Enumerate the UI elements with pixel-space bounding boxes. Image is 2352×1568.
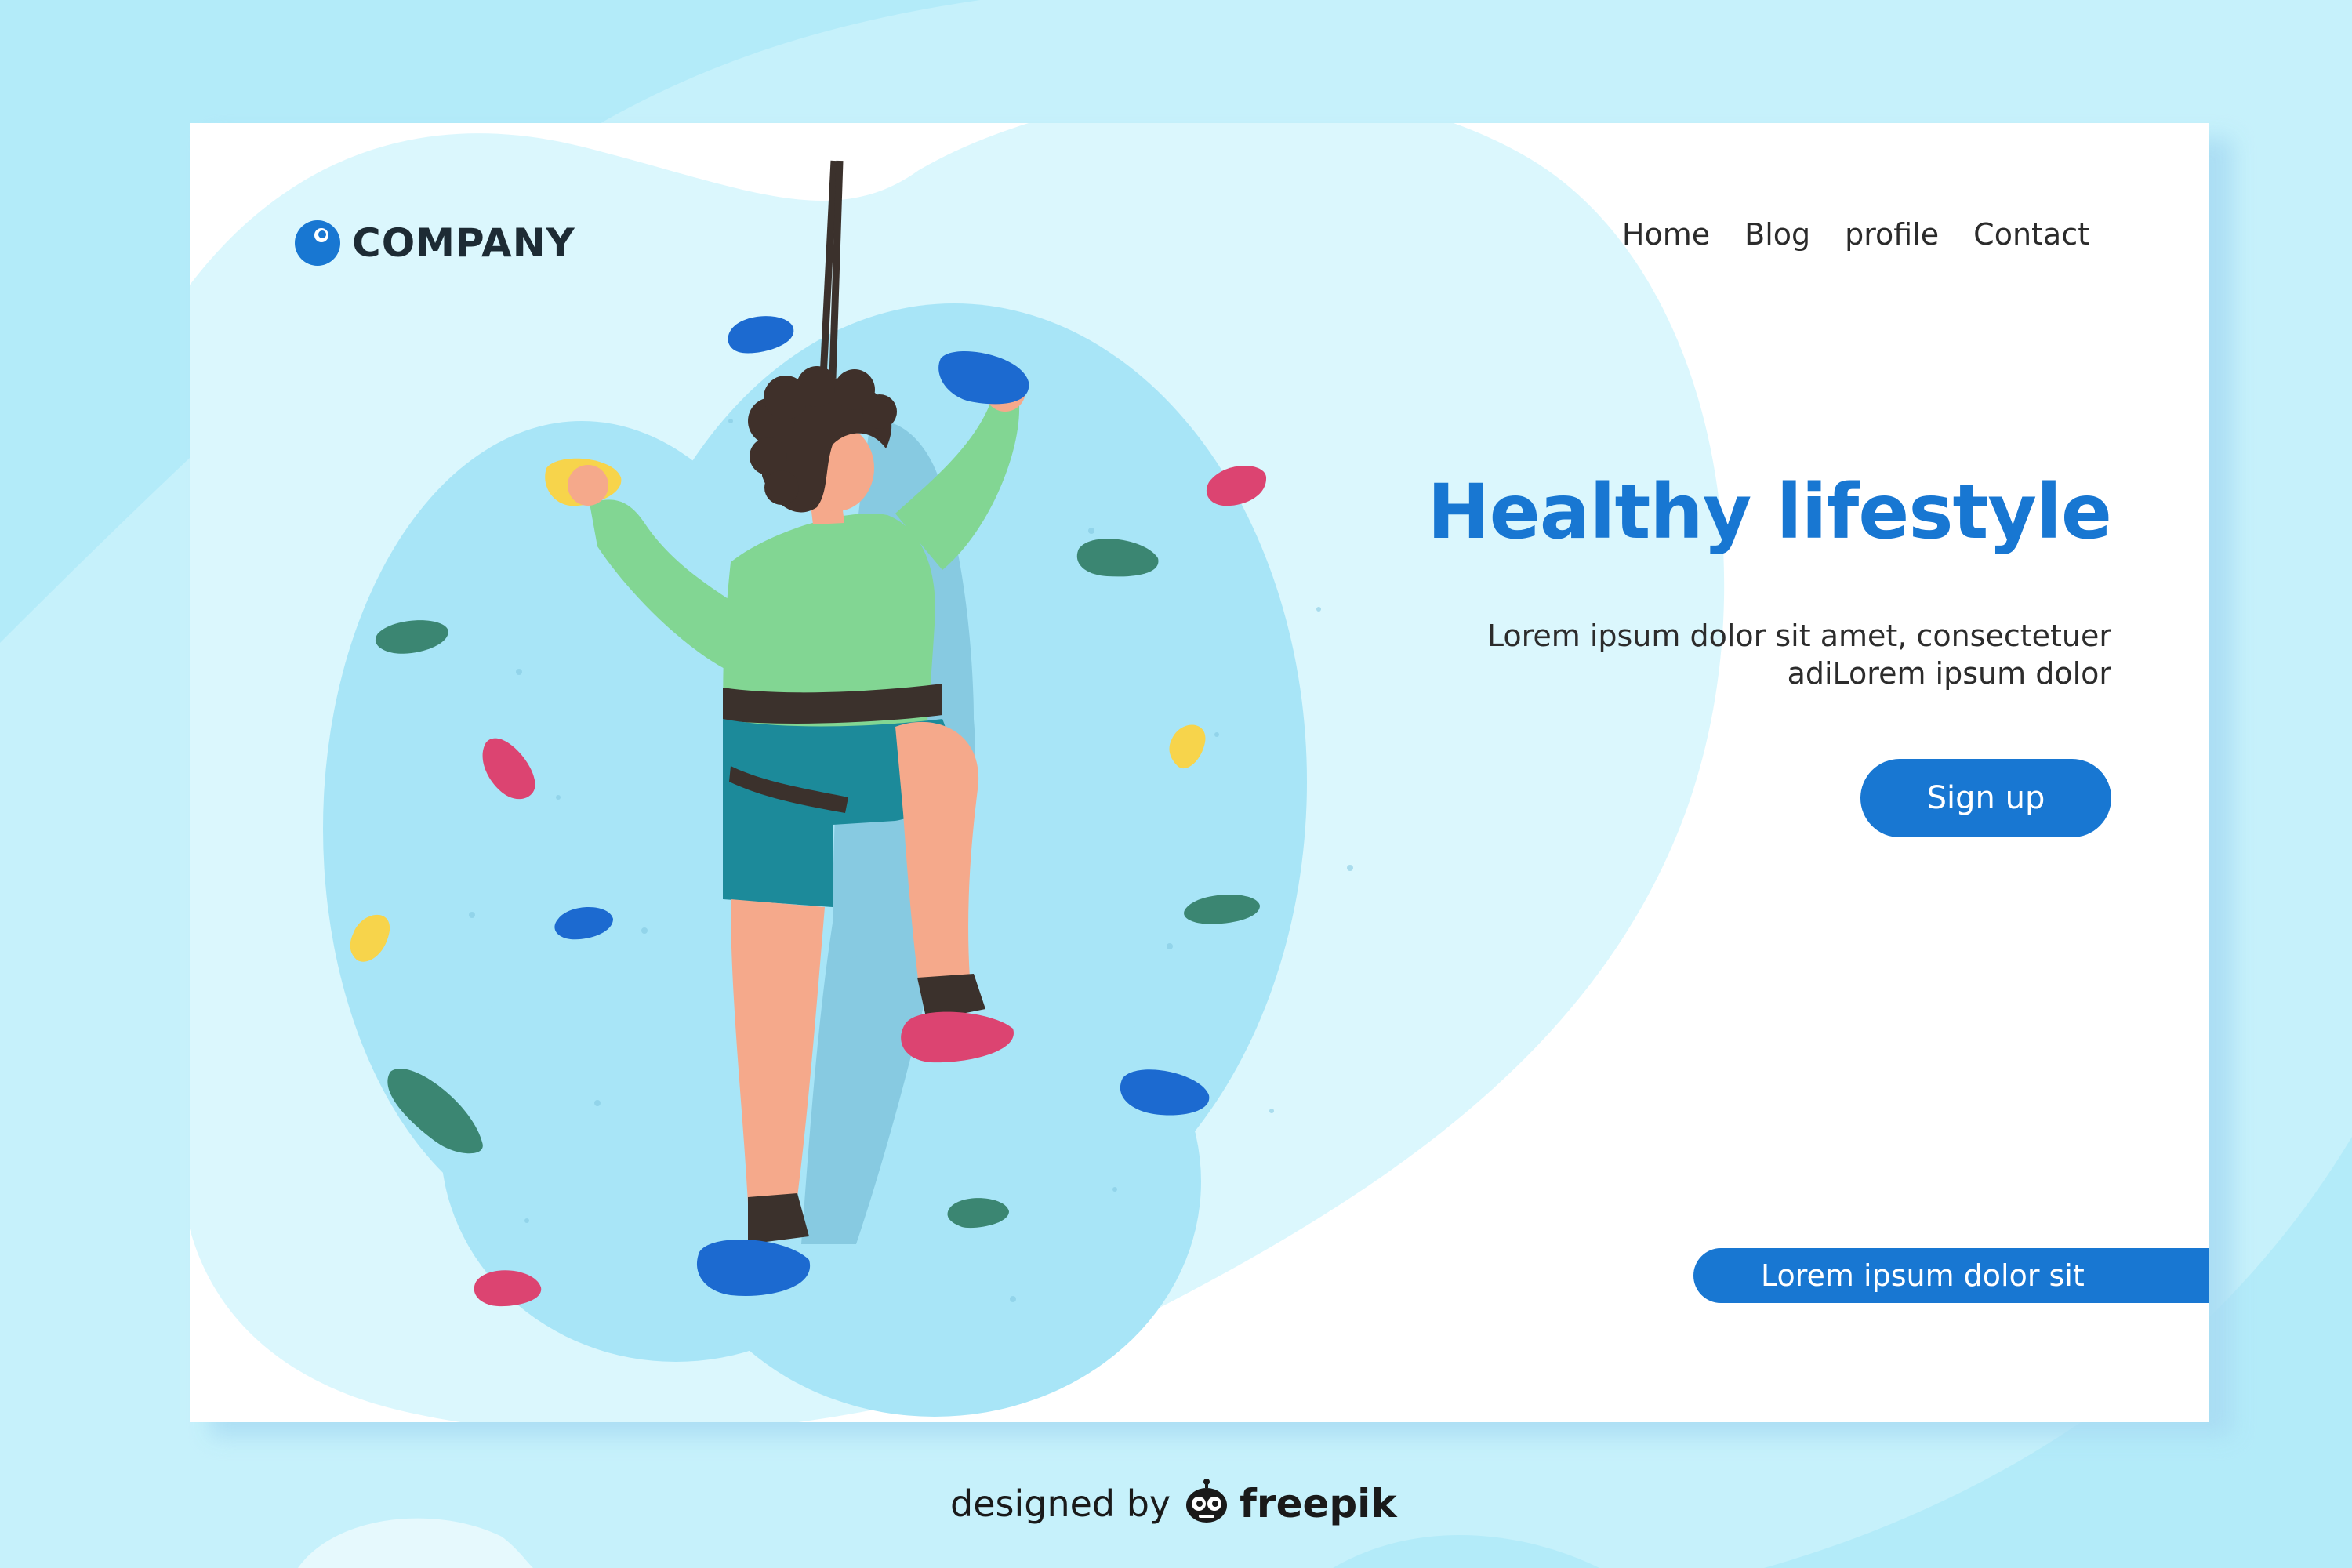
circle-logo-icon [295, 220, 340, 266]
hero-description: Lorem ipsum dolor sit amet, consectetuer… [1406, 617, 2111, 692]
nav-home-link[interactable]: Home [1622, 217, 1710, 252]
freepik-robot-icon [1186, 1479, 1228, 1523]
designer-credit[interactable]: designed by freepik [950, 1472, 1397, 1535]
hero-description-line-1: Lorem ipsum dolor sit amet, consectetuer [1486, 619, 2111, 653]
nav-profile-link[interactable]: profile [1845, 217, 1939, 252]
signup-button[interactable]: Sign up [1860, 759, 2111, 837]
hero-description-line-2: adiLorem ipsum dolor [1787, 656, 2111, 691]
bottom-banner[interactable]: Lorem ipsum dolor sit [1693, 1248, 2209, 1303]
company-name: COMPANY [352, 220, 575, 266]
rope [819, 160, 844, 379]
nav-contact-link[interactable]: Contact [1973, 217, 2089, 252]
hero-title: Healthy lifestyle [1427, 468, 2112, 556]
landing-card: COMPANY Home Blog profile Contact Health… [190, 123, 2209, 1422]
nav-blog-link[interactable]: Blog [1744, 217, 1810, 252]
credit-prefix: designed by [950, 1483, 1171, 1525]
main-nav: Home Blog profile Contact [1622, 217, 2089, 252]
credit-brand: freepik [1240, 1481, 1397, 1526]
company-logo[interactable]: COMPANY [294, 216, 575, 270]
